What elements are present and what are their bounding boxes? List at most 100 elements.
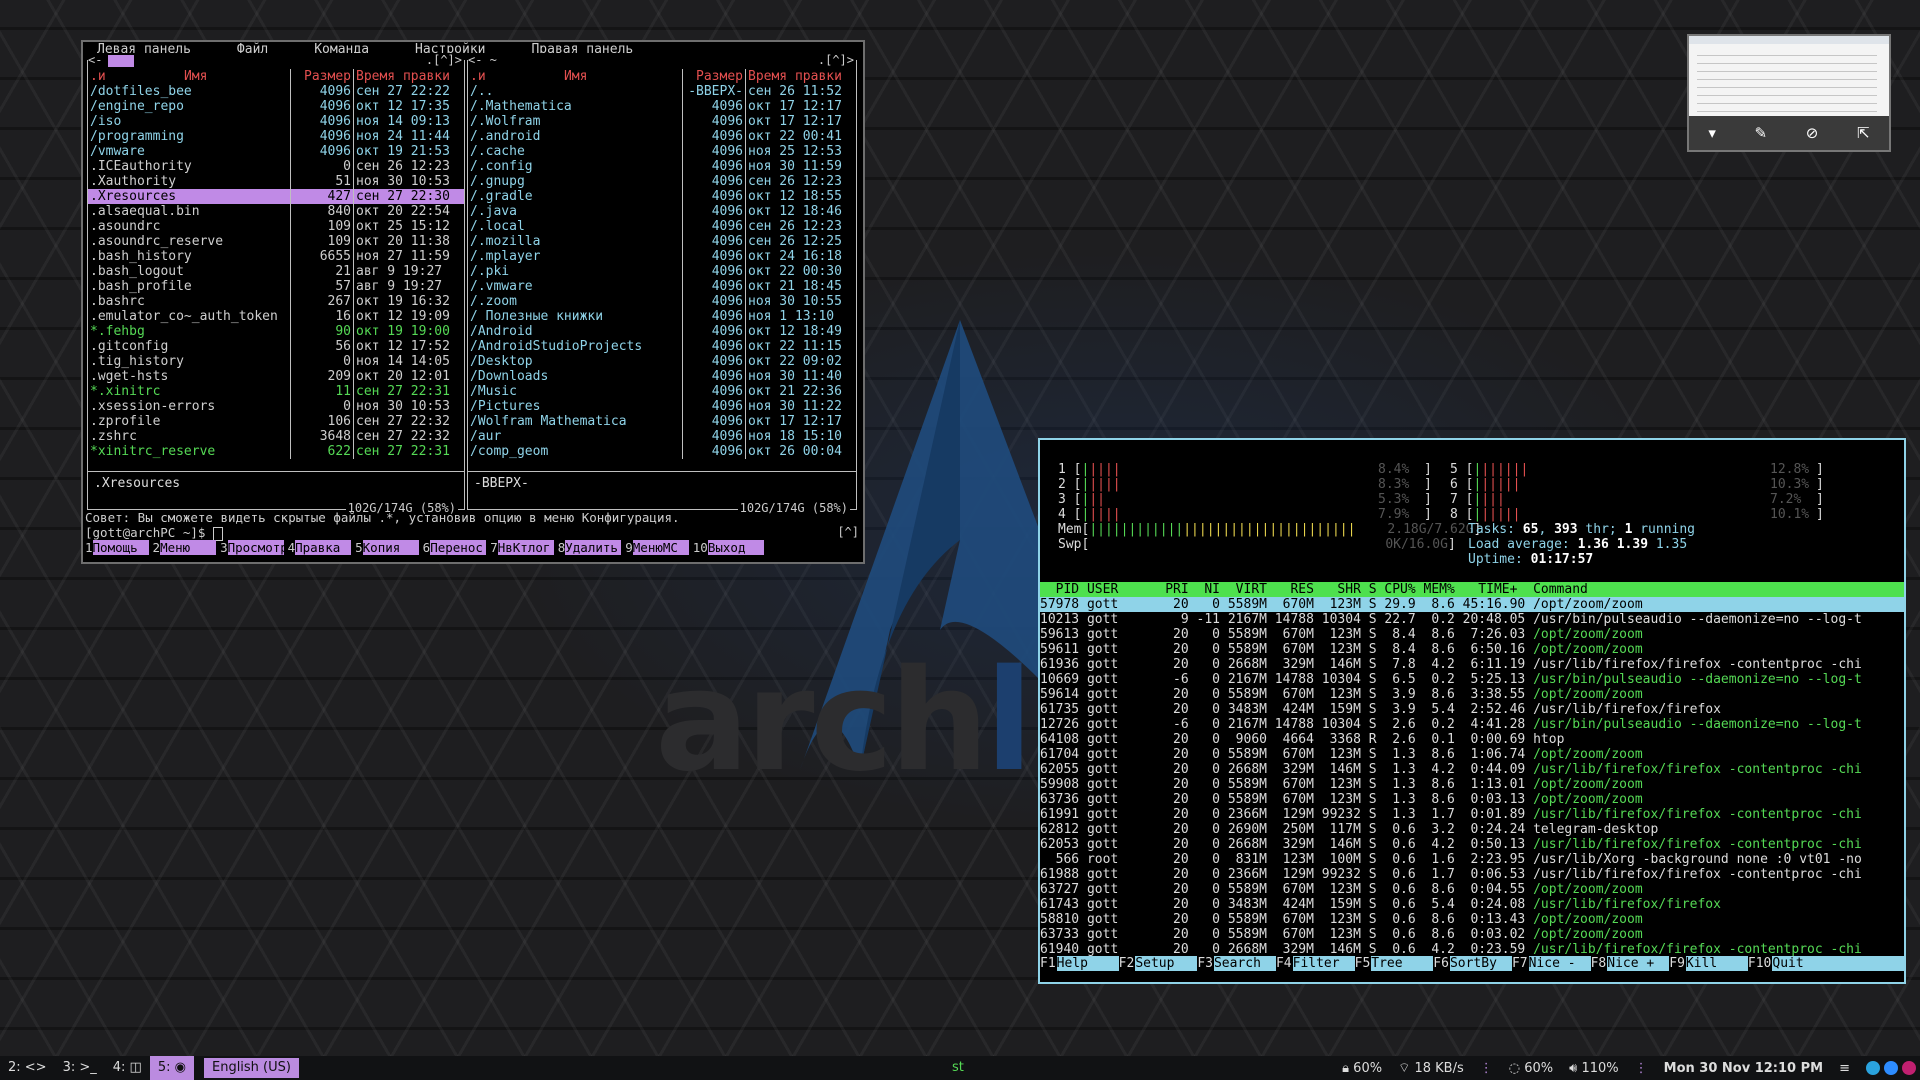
brightness-widget[interactable]: ◌ 60%: [1509, 1061, 1553, 1076]
file-row[interactable]: /aur 4096 ноя 18 15:10: [468, 429, 856, 444]
process-row[interactable]: 10669 gott -6 0 2167M 14788 10304 S 6.5 …: [1040, 672, 1904, 687]
network-widget[interactable]: ⌔ 18 KB/s: [1398, 1060, 1464, 1076]
app-icon[interactable]: [1902, 1061, 1916, 1075]
workspace-tag[interactable]: 5: ◉: [149, 1056, 194, 1080]
file-row[interactable]: .bash_history 6655 ноя 27 11:59: [88, 249, 464, 264]
file-row[interactable]: /dotfiles_bee 4096 сен 27 22:22: [88, 84, 464, 99]
file-row[interactable]: .wget-hsts 209 окт 20 12:01: [88, 369, 464, 384]
htop-key-f8[interactable]: F8 Nice +: [1590, 956, 1670, 971]
file-row[interactable]: /.local 4096 сен 26 12:23: [468, 219, 856, 234]
file-row[interactable]: / Полезные книжки 4096 ноя 1 13:10: [468, 309, 856, 324]
htop-key-f1[interactable]: F1 Help: [1040, 956, 1119, 971]
file-row[interactable]: .Xresources 427 сен 27 22:30: [88, 189, 464, 204]
htop-key-f3[interactable]: F3 Search: [1197, 956, 1276, 971]
file-row[interactable]: .alsaequal.bin 840 окт 20 22:54: [88, 204, 464, 219]
mc-command-line[interactable]: [gott@archPC ~]$: [85, 525, 223, 541]
right-panel[interactable]: <- ~ .[^]> .и Имя Размер Время правки /..…: [467, 53, 857, 516]
htop-key-f10[interactable]: F10 Quit: [1747, 956, 1834, 971]
process-row[interactable]: 12726 gott -6 0 2167M 14788 10304 S 2.6 …: [1040, 717, 1904, 732]
left-panel[interactable]: <- .[^]> .и Имя Размер Время правки /dotf…: [87, 53, 465, 516]
fkey-2[interactable]: 2 Меню: [153, 540, 217, 555]
process-row[interactable]: 61988 gott 20 0 2366M 129M 99232 S 0.6 1…: [1040, 867, 1904, 882]
file-row[interactable]: /.zoom 4096 ноя 30 10:55: [468, 294, 856, 309]
file-row[interactable]: /.cache 4096 ноя 25 12:53: [468, 144, 856, 159]
file-row[interactable]: /.mozilla 4096 сен 26 12:25: [468, 234, 856, 249]
file-row[interactable]: /.config 4096 ноя 30 11:59: [468, 159, 856, 174]
file-row[interactable]: .asoundrc_reserve 109 окт 20 11:38: [88, 234, 464, 249]
file-row[interactable]: /AndroidStudioProjects 4096 окт 22 11:15: [468, 339, 856, 354]
external-link-icon[interactable]: ⇱: [1857, 124, 1870, 142]
process-row[interactable]: 61743 gott 20 0 3483M 424M 159M S 0.6 5.…: [1040, 897, 1904, 912]
fkey-7[interactable]: 7 НвКтлог: [490, 540, 554, 555]
process-row[interactable]: 61735 gott 20 0 3483M 424M 159M S 3.9 5.…: [1040, 702, 1904, 717]
fkey-4[interactable]: 4 Правка: [288, 540, 352, 555]
fkey-8[interactable]: 8 Удалить: [558, 540, 622, 555]
workspace-tag[interactable]: 3: >_: [55, 1056, 105, 1080]
file-row[interactable]: /.java 4096 окт 12 18:46: [468, 204, 856, 219]
mc-history-button[interactable]: [^]: [837, 525, 859, 540]
file-row[interactable]: .asoundrc 109 окт 25 15:12: [88, 219, 464, 234]
file-row[interactable]: /.Wolfram 4096 окт 17 12:17: [468, 114, 856, 129]
fkey-6[interactable]: 6 Перенос: [423, 540, 487, 555]
file-row[interactable]: .Xauthority 51 ноя 30 10:53: [88, 174, 464, 189]
process-row[interactable]: 59613 gott 20 0 5589M 670M 123M S 8.4 8.…: [1040, 627, 1904, 642]
file-row[interactable]: /Music 4096 окт 21 22:36: [468, 384, 856, 399]
volume-widget[interactable]: 🔊︎ 110%: [1569, 1061, 1619, 1076]
file-row[interactable]: /.pki 4096 окт 22 00:30: [468, 264, 856, 279]
file-row[interactable]: *xinitrc_reserve 622 сен 27 22:31: [88, 444, 464, 459]
file-row[interactable]: /.vmware 4096 окт 21 18:45: [468, 279, 856, 294]
fkey-3[interactable]: 3 Просмотр: [220, 540, 284, 555]
workspace-tag[interactable]: 2: <>: [0, 1056, 55, 1080]
zoom-icon[interactable]: [1884, 1061, 1898, 1075]
process-row[interactable]: 57978 gott 20 0 5589M 670M 123M S 29.9 8…: [1040, 597, 1904, 612]
keyboard-layout[interactable]: English (US): [203, 1058, 299, 1078]
file-row[interactable]: /vmware 4096 окт 19 21:53: [88, 144, 464, 159]
fkey-9[interactable]: 9 МенюMC: [625, 540, 689, 555]
htop-key-f4[interactable]: F4 Filter: [1275, 956, 1355, 971]
file-row[interactable]: .ICEauthority 0 сен 26 12:23: [88, 159, 464, 174]
htop-key-f9[interactable]: F9 Kill: [1669, 956, 1748, 971]
htop-key-f6[interactable]: F6 SortBy: [1433, 956, 1512, 971]
process-row[interactable]: 61704 gott 20 0 5589M 670M 123M S 1.3 8.…: [1040, 747, 1904, 762]
file-row[interactable]: *.fehbg 90 окт 19 19:00: [88, 324, 464, 339]
process-row[interactable]: 62053 gott 20 0 2668M 329M 146M S 0.6 4.…: [1040, 837, 1904, 852]
workspace-tag[interactable]: 4: ◫: [105, 1056, 150, 1080]
fkey-5[interactable]: 5 Копия: [355, 540, 419, 555]
battery-widget[interactable]: 🔒︎ 60%: [1342, 1061, 1382, 1076]
process-row[interactable]: 566 root 20 0 831M 123M 100M S 0.6 1.6 2…: [1040, 852, 1904, 867]
pen-icon[interactable]: ✎: [1755, 124, 1768, 142]
file-row[interactable]: /programming 4096 ноя 24 11:44: [88, 129, 464, 144]
process-row[interactable]: 58810 gott 20 0 5589M 670M 123M S 0.6 8.…: [1040, 912, 1904, 927]
process-table-header[interactable]: PID USER PRI NI VIRT RES SHR S CPU% MEM%…: [1040, 582, 1904, 597]
window-preview[interactable]: ▾ ✎ ⊘ ⇱: [1687, 34, 1891, 152]
file-row[interactable]: /engine_repo 4096 окт 12 17:35: [88, 99, 464, 114]
process-row[interactable]: 59908 gott 20 0 5589M 670M 123M S 1.3 8.…: [1040, 777, 1904, 792]
file-row[interactable]: .xsession-errors 0 ноя 30 10:53: [88, 399, 464, 414]
process-row[interactable]: 61991 gott 20 0 2366M 129M 99232 S 1.3 1…: [1040, 807, 1904, 822]
fkey-10[interactable]: 10 Выход: [693, 540, 764, 555]
process-row[interactable]: 64108 gott 20 0 9060 4664 3368 R 2.6 0.1…: [1040, 732, 1904, 747]
file-row[interactable]: .bash_profile 57 авг 9 19:27: [88, 279, 464, 294]
process-row[interactable]: 62812 gott 20 0 2690M 250M 117M S 0.6 3.…: [1040, 822, 1904, 837]
file-row[interactable]: .tig_history 0 ноя 14 14:05: [88, 354, 464, 369]
file-row[interactable]: /Android 4096 окт 12 18:49: [468, 324, 856, 339]
process-row[interactable]: 59614 gott 20 0 5589M 670M 123M S 3.9 8.…: [1040, 687, 1904, 702]
process-row[interactable]: 61936 gott 20 0 2668M 329M 146M S 7.8 4.…: [1040, 657, 1904, 672]
htop-window[interactable]: 1 [||||| 8.4%] 2 [||||| 8.3%] 3 [||| 5.3%] 4 […: [1038, 438, 1906, 984]
file-row[interactable]: /Wolfram Mathematica 4096 окт 17 12:17: [468, 414, 856, 429]
htop-key-f7[interactable]: F7 Nice -: [1511, 956, 1591, 971]
chevron-down-icon[interactable]: ▾: [1708, 124, 1716, 142]
clock[interactable]: Mon 30 Nov 12:10 PM: [1664, 1061, 1823, 1076]
video-off-icon[interactable]: ⊘: [1806, 124, 1819, 142]
process-row[interactable]: 63736 gott 20 0 5589M 670M 123M S 1.3 8.…: [1040, 792, 1904, 807]
file-row[interactable]: /Pictures 4096 ноя 30 11:22: [468, 399, 856, 414]
file-row[interactable]: /.gradle 4096 окт 12 18:55: [468, 189, 856, 204]
file-row[interactable]: .zshrc 3648 сен 27 22:32: [88, 429, 464, 444]
htop-key-f5[interactable]: F5 Tree: [1354, 956, 1434, 971]
file-row[interactable]: .bashrc 267 окт 19 16:32: [88, 294, 464, 309]
process-row[interactable]: 10213 gott 9 -11 2167M 14788 10304 S 22.…: [1040, 612, 1904, 627]
file-row[interactable]: .emulator_co~_auth_token 16 окт 12 19:09: [88, 309, 464, 324]
file-row[interactable]: /Desktop 4096 окт 22 09:02: [468, 354, 856, 369]
file-row[interactable]: /.. -ВВЕРХ-сен 26 11:52: [468, 84, 856, 99]
file-row[interactable]: /.mplayer 4096 окт 24 16:18: [468, 249, 856, 264]
